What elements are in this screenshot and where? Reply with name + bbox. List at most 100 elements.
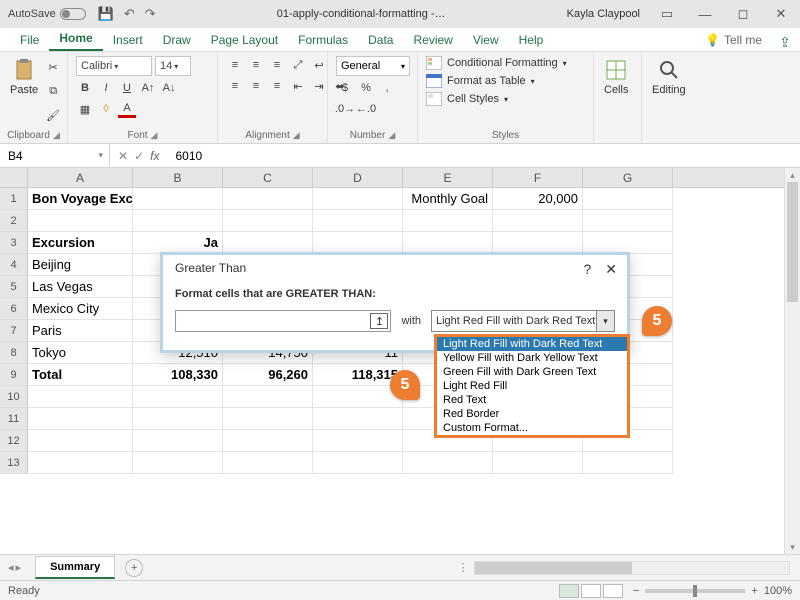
dropdown-option[interactable]: Red Border	[437, 407, 627, 421]
align-middle-icon[interactable]: ≡	[247, 56, 265, 74]
align-left-icon[interactable]: ≡	[226, 77, 244, 95]
dialog-close-icon[interactable]: ✕	[605, 261, 617, 278]
underline-icon[interactable]: U	[118, 79, 136, 97]
format-painter-icon[interactable]: 🖌	[44, 106, 62, 124]
italic-icon[interactable]: I	[97, 79, 115, 97]
row-header[interactable]: 11	[0, 408, 28, 430]
tell-me[interactable]: 💡Tell me	[697, 29, 770, 51]
cell[interactable]	[313, 408, 403, 430]
font-name-select[interactable]: Calibri▾	[76, 56, 152, 76]
align-bottom-icon[interactable]: ≡	[268, 56, 286, 74]
row-header[interactable]: 4	[0, 254, 28, 276]
bold-icon[interactable]: B	[76, 79, 94, 97]
row-header[interactable]: 5	[0, 276, 28, 298]
cell[interactable]	[583, 232, 673, 254]
scroll-down-icon[interactable]: ▾	[785, 540, 800, 554]
value-input[interactable]: ↥	[175, 310, 391, 332]
cell[interactable]: 108,330	[133, 364, 223, 386]
col-header[interactable]: A	[28, 168, 133, 187]
increase-decimal-icon[interactable]: .0→	[336, 100, 354, 118]
cell[interactable]: Monthly Goal	[403, 188, 493, 210]
tab-home[interactable]: Home	[49, 27, 102, 51]
formula-input[interactable]: 6010	[167, 149, 202, 163]
align-right-icon[interactable]: ≡	[268, 77, 286, 95]
col-header[interactable]: C	[223, 168, 313, 187]
copy-icon[interactable]: ⧉	[44, 82, 62, 100]
format-as-table-button[interactable]: Format as Table▾	[426, 74, 567, 88]
undo-icon[interactable]: ↶	[124, 6, 135, 22]
autosave-toggle[interactable]: AutoSave	[8, 8, 86, 20]
editing-button[interactable]: Editing	[650, 56, 688, 98]
cell[interactable]	[583, 452, 673, 474]
orientation-icon[interactable]: ⤢	[289, 56, 307, 74]
col-header[interactable]: E	[403, 168, 493, 187]
row-header[interactable]: 3	[0, 232, 28, 254]
cell[interactable]	[313, 430, 403, 452]
row-header[interactable]: 6	[0, 298, 28, 320]
page-break-view-icon[interactable]	[603, 584, 623, 598]
cell[interactable]	[133, 210, 223, 232]
fill-color-icon[interactable]: ◊	[97, 100, 115, 118]
cell[interactable]	[223, 210, 313, 232]
cells-button[interactable]: Cells	[602, 56, 630, 98]
enter-formula-icon[interactable]: ✓	[134, 149, 144, 163]
percent-icon[interactable]: %	[357, 79, 375, 97]
cell[interactable]	[28, 452, 133, 474]
col-header[interactable]: D	[313, 168, 403, 187]
share-icon[interactable]: ⇪	[770, 34, 800, 51]
row-header[interactable]: 13	[0, 452, 28, 474]
row-header[interactable]: 2	[0, 210, 28, 232]
cell[interactable]	[493, 232, 583, 254]
cut-icon[interactable]: ✂	[44, 58, 62, 76]
cell[interactable]	[223, 232, 313, 254]
conditional-formatting-button[interactable]: Conditional Formatting▾	[426, 56, 567, 70]
cell[interactable]	[403, 210, 493, 232]
tab-review[interactable]: Review	[403, 29, 462, 51]
dialog-launcher-icon[interactable]: ◢	[293, 130, 300, 141]
cell[interactable]	[493, 210, 583, 232]
zoom-in-icon[interactable]: +	[751, 585, 757, 597]
cell[interactable]	[28, 430, 133, 452]
cell[interactable]	[223, 188, 313, 210]
name-box[interactable]: B4▾	[0, 144, 110, 167]
align-top-icon[interactable]: ≡	[226, 56, 244, 74]
dropdown-option[interactable]: Light Red Fill with Dark Red Text	[437, 337, 627, 351]
cancel-formula-icon[interactable]: ✕	[118, 149, 128, 163]
cell[interactable]: Total	[28, 364, 133, 386]
dialog-help-icon[interactable]: ?	[583, 261, 591, 278]
scrollbar-thumb[interactable]	[787, 182, 798, 302]
borders-icon[interactable]: ▦	[76, 100, 94, 118]
number-format-select[interactable]: General▾	[336, 56, 410, 76]
dropdown-option[interactable]: Yellow Fill with Dark Yellow Text	[437, 351, 627, 365]
sheet-next-icon[interactable]: ▸	[16, 561, 22, 574]
minimize-icon[interactable]: —	[686, 0, 724, 28]
tab-insert[interactable]: Insert	[103, 29, 153, 51]
zoom-out-icon[interactable]: −	[633, 585, 639, 597]
cell[interactable]	[313, 452, 403, 474]
dialog-launcher-icon[interactable]: ◢	[53, 130, 60, 141]
vertical-scrollbar[interactable]: ▴ ▾	[784, 168, 800, 554]
dropdown-option[interactable]: Custom Format...	[437, 421, 627, 435]
cell[interactable]	[403, 232, 493, 254]
cell[interactable]	[493, 452, 583, 474]
cell[interactable]	[313, 210, 403, 232]
shrink-font-icon[interactable]: A↓	[160, 79, 178, 97]
cell[interactable]: 96,260	[223, 364, 313, 386]
cell[interactable]	[28, 386, 133, 408]
ribbon-options-icon[interactable]: ▭	[648, 0, 686, 28]
add-sheet-icon[interactable]: +	[125, 559, 143, 577]
cell[interactable]: Paris	[28, 320, 133, 342]
cell[interactable]	[133, 188, 223, 210]
format-combo[interactable]: Light Red Fill with Dark Red Text ▾	[431, 310, 615, 332]
tab-draw[interactable]: Draw	[153, 29, 201, 51]
cell[interactable]	[223, 452, 313, 474]
sheet-prev-icon[interactable]: ◂	[8, 561, 14, 574]
range-picker-icon[interactable]: ↥	[370, 313, 388, 329]
cell[interactable]	[28, 210, 133, 232]
cell[interactable]	[28, 408, 133, 430]
currency-icon[interactable]: $	[336, 79, 354, 97]
horizontal-scrollbar[interactable]	[474, 561, 790, 575]
cell[interactable]	[133, 408, 223, 430]
dialog-launcher-icon[interactable]: ◢	[151, 130, 158, 141]
cell[interactable]	[133, 386, 223, 408]
